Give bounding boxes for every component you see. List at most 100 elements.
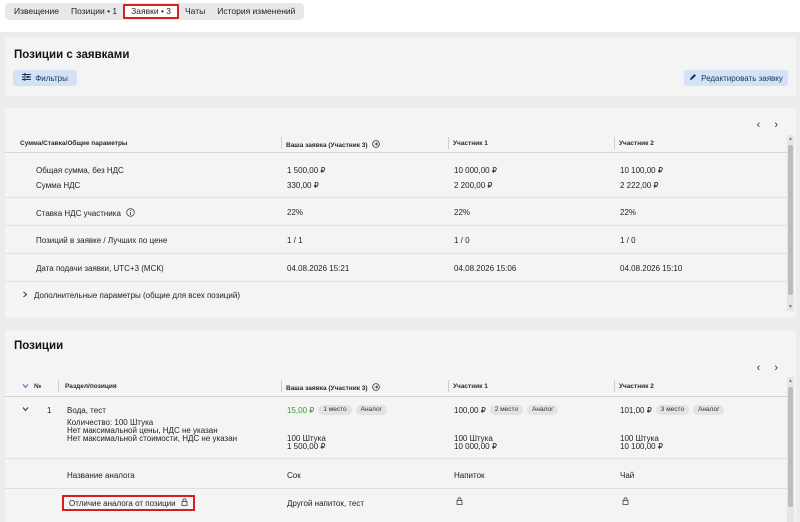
tab-positions[interactable]: Позиции • 1 (65, 4, 123, 19)
edit-bid-button[interactable]: Редактировать заявку (684, 70, 788, 86)
lock-icon (181, 498, 188, 508)
params-header: Сумма/Ставка/Общие параметры Ваша заявка… (5, 135, 788, 153)
params-header-col0: Сумма/Ставка/Общие параметры (20, 140, 128, 147)
tab-chats[interactable]: Чаты (179, 4, 211, 19)
position-name: Вода, тест (67, 406, 106, 415)
bid-price: 100,00 ₽ (454, 405, 486, 415)
analog-badge: Аналог (693, 405, 725, 415)
extra-params-row[interactable]: Дополнительные параметры (общие для всех… (5, 282, 788, 308)
cell-value: 04.08.2026 15:10 (620, 264, 683, 273)
positions-nav: ‹ › (757, 362, 778, 374)
positions-header-col1: Ваша заявка (Участник 3) (286, 384, 368, 392)
info-icon[interactable] (126, 208, 135, 219)
bid-participant1: 100,00 ₽ 2 место Аналог (454, 405, 559, 415)
params-scrollbar[interactable]: ▲ ▼ (787, 135, 794, 311)
tab-bar: Извещение Позиции • 1 Заявки • 3 Чаты Ис… (0, 0, 800, 32)
next-arrow-icon[interactable]: › (774, 119, 778, 131)
position-row: 1 Вода, тест Количество: 100 Штука Нет м… (5, 397, 788, 459)
positions-header-col2: Участник 1 (453, 383, 488, 390)
bid-price: 101,00 ₽ (620, 405, 652, 415)
analog-diff-label-wrap: Отличие аналога от позиции (62, 495, 195, 511)
params-row-date: Дата подачи заявки, UTC+3 (МСК) 04.08.20… (5, 254, 788, 282)
analog-value: Чай (620, 471, 635, 480)
positions-with-bids-panel: Позиции с заявками Фильтры Редактировать… (5, 38, 796, 96)
tabs: Извещение Позиции • 1 Заявки • 3 Чаты Ис… (5, 3, 305, 20)
bid-total: 10 100,00 ₽ (620, 442, 663, 451)
place-badge: 2 место (489, 405, 524, 415)
analog-diff-row: Отличие аналога от позиции Другой напито… (5, 489, 788, 521)
cell-value: 22% (620, 208, 637, 217)
lock-icon (622, 497, 629, 507)
cell-value: 22% (454, 208, 471, 217)
cell-value: 10 000,00 ₽ (454, 166, 497, 175)
row-label: Ставка НДС участника (36, 209, 121, 218)
place-badge: 1 место (318, 405, 352, 415)
edit-bid-label: Редактировать заявку (701, 73, 783, 83)
analog-badge: Аналог (527, 405, 559, 415)
pencil-icon (689, 73, 697, 83)
tab-bids[interactable]: Заявки • 3 (123, 4, 180, 19)
bid-participant2: 101,00 ₽ 3 место Аналог (620, 405, 725, 415)
cell-value: 1 / 0 (454, 236, 470, 245)
cell-subvalue: 2 200,00 ₽ (454, 181, 493, 190)
cell-value: 04.08.2026 15:21 (287, 264, 350, 273)
filter-icon (22, 73, 32, 83)
params-nav: ‹ › (757, 119, 778, 131)
analog-name-row: Название аналога Сок Напиток Чай (5, 459, 788, 489)
positions-header-num: № (34, 383, 42, 390)
bid-price: 15,00 ₽ (287, 405, 315, 415)
bid-own: 15,00 ₽ 1 место Аналог (287, 405, 388, 415)
cell-value: 04.08.2026 15:06 (454, 264, 517, 273)
cell-value: 1 / 1 (287, 236, 303, 245)
params-panel: ‹ › Сумма/Ставка/Общие параметры Ваша за… (5, 108, 796, 318)
position-number: 1 (47, 406, 52, 415)
chevron-down-icon[interactable] (22, 405, 29, 414)
analog-badge: Аналог (355, 405, 388, 415)
lock-icon (456, 497, 463, 507)
collapse-all-icon[interactable] (22, 383, 29, 389)
tab-notice[interactable]: Извещение (8, 4, 65, 19)
analog-value: Напиток (454, 471, 485, 480)
analog-name-label: Название аналога (67, 471, 135, 480)
arrow-circle-icon[interactable] (371, 383, 380, 393)
row-label-wrap: Ставка НДС участника (36, 208, 135, 219)
next-arrow-icon[interactable]: › (774, 362, 778, 374)
cell-value: 10 100,00 ₽ (620, 166, 663, 175)
prev-arrow-icon[interactable]: ‹ (757, 119, 761, 131)
chevron-right-icon (22, 291, 28, 300)
extra-params-toggle[interactable]: Дополнительные параметры (общие для всех… (22, 291, 240, 300)
bid-total: 10 000,00 ₽ (454, 442, 497, 451)
params-header-col2: Участник 1 (453, 140, 488, 147)
params-row-sum: Общая сумма, без НДС Сумма НДС 1 500,00 … (5, 154, 788, 198)
params-row-vat: Ставка НДС участника 22% 22% 22% (5, 198, 788, 226)
params-header-col1: Ваша заявка (Участник 3) (286, 141, 368, 149)
filters-button[interactable]: Фильтры (13, 70, 77, 86)
cell-value: 22% (287, 208, 304, 217)
page-title: Позиции с заявками (14, 49, 130, 61)
positions-header: № Раздел/позиция Ваша заявка (Участник 3… (5, 377, 788, 397)
bid-total: 1 500,00 ₽ (287, 442, 326, 451)
cell-value: 1 500,00 ₽ (287, 166, 326, 175)
row-label: Общая сумма, без НДС (36, 166, 124, 175)
params-header-own: Ваша заявка (Участник 3) (286, 140, 380, 150)
filters-label: Фильтры (35, 73, 68, 83)
row-label: Позиций в заявке / Лучших по цене (36, 236, 168, 245)
prev-arrow-icon[interactable]: ‹ (757, 362, 761, 374)
analog-diff-value: Другой напиток, тест (287, 499, 364, 508)
positions-scrollbar[interactable]: ▲ (787, 377, 794, 522)
row-label: Дата подачи заявки, UTC+3 (МСК) (36, 264, 164, 273)
positions-header-own: Ваша заявка (Участник 3) (286, 383, 380, 393)
positions-title: Позиции (14, 340, 64, 352)
tab-history[interactable]: История изменений (211, 4, 301, 19)
extra-params-label: Дополнительные параметры (общие для всех… (34, 291, 240, 300)
cell-subvalue: 2 222,00 ₽ (620, 181, 659, 190)
positions-panel: Позиции ‹ › № Раздел/позиция Ваша заявка… (5, 330, 796, 522)
cell-subvalue: 330,00 ₽ (287, 181, 319, 190)
analog-value: Сок (287, 471, 301, 480)
arrow-circle-icon[interactable] (371, 140, 380, 150)
params-header-col3: Участник 2 (619, 140, 654, 147)
positions-header-section: Раздел/позиция (65, 383, 117, 390)
positions-header-col3: Участник 2 (619, 383, 654, 390)
cell-value: 1 / 0 (620, 236, 636, 245)
params-row-positions: Позиций в заявке / Лучших по цене 1 / 1 … (5, 226, 788, 254)
